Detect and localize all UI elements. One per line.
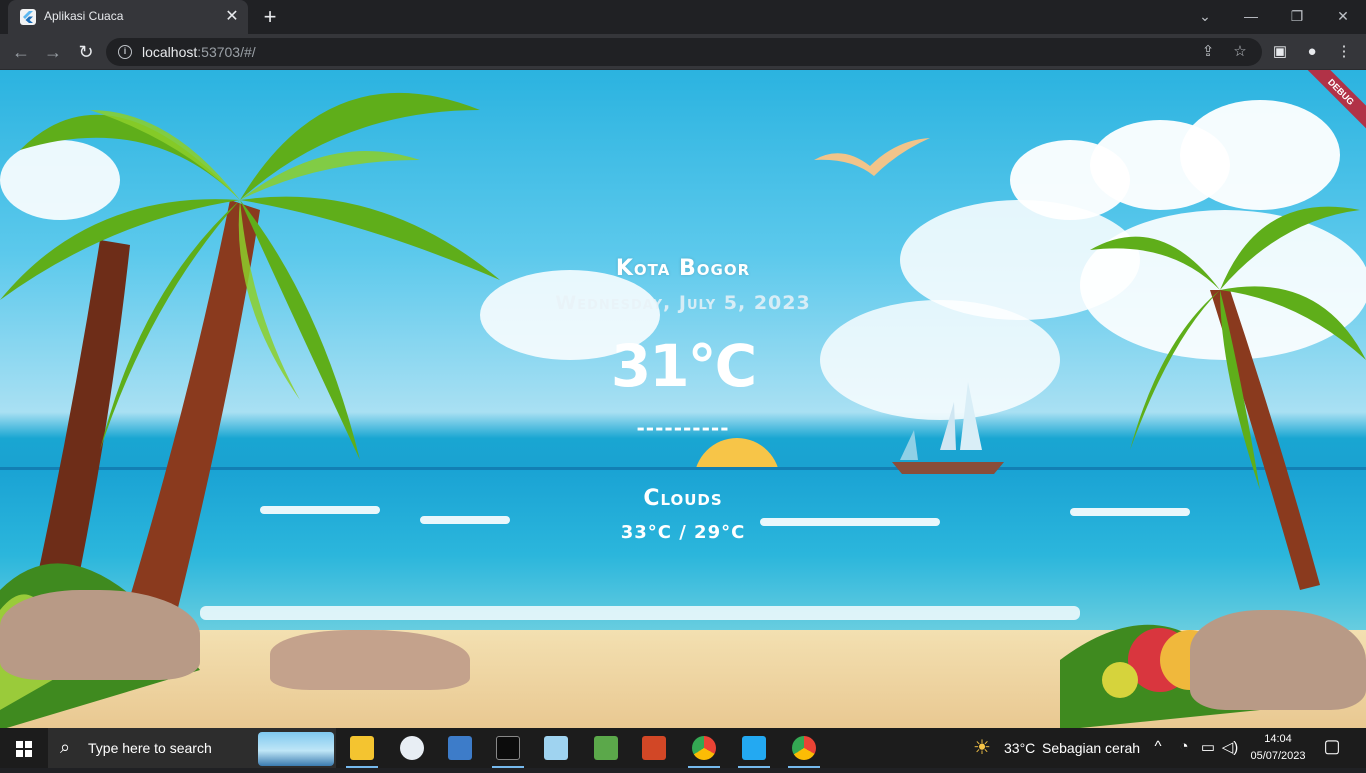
volume-icon[interactable]: ◁) bbox=[1220, 738, 1240, 756]
tray-weather-temp[interactable]: 33°C bbox=[1004, 740, 1035, 756]
reload-icon[interactable]: ↻ bbox=[73, 39, 99, 65]
tab-title: Aplikasi Cuaca bbox=[44, 9, 124, 23]
address-bar[interactable]: i localhost:53703/#/ ⇪ ☆ bbox=[106, 38, 1262, 66]
current-temperature: 31°C bbox=[610, 332, 757, 400]
snipping-tool-icon bbox=[594, 736, 618, 760]
city-name: Kota Bogor bbox=[615, 256, 751, 281]
close-window-icon[interactable]: ✕ bbox=[1328, 4, 1358, 28]
browser-tab-bar: Aplikasi Cuaca ✕ + ⌄ — ❐ ✕ bbox=[0, 0, 1366, 34]
clock-time: 14:04 bbox=[1264, 733, 1292, 745]
weather-panel: Kota Bogor Wednesday, July 5, 2023 31°C … bbox=[0, 70, 1366, 728]
bookmark-star-icon[interactable]: ☆ bbox=[1230, 42, 1250, 62]
battery-icon[interactable]: ▭ bbox=[1198, 738, 1218, 756]
paint-app[interactable] bbox=[388, 728, 436, 768]
chrome-icon bbox=[692, 736, 716, 760]
palette-icon bbox=[400, 736, 424, 760]
vscode-app[interactable] bbox=[730, 728, 778, 768]
wifi-icon[interactable]: ◔ bbox=[1174, 738, 1194, 755]
notification-icon[interactable]: ▢ bbox=[1322, 736, 1342, 757]
minimize-icon[interactable]: — bbox=[1236, 4, 1266, 28]
new-tab-icon[interactable]: + bbox=[258, 5, 282, 29]
system-clock[interactable]: 14:04 05/07/2023 bbox=[1244, 731, 1312, 765]
powerpoint-icon bbox=[642, 736, 666, 760]
side-panel-icon[interactable]: ▣ bbox=[1268, 40, 1292, 64]
chevron-up-icon[interactable]: ^ bbox=[1148, 738, 1168, 755]
url-text[interactable]: localhost:53703/#/ bbox=[142, 44, 256, 60]
windows-logo-icon bbox=[16, 741, 32, 757]
app-viewport: DEBUG Kota Bogor Wednesday, July 5, 2023… bbox=[0, 70, 1366, 728]
chrome-icon bbox=[792, 736, 816, 760]
forward-icon[interactable]: → bbox=[40, 39, 66, 65]
file-explorer-app[interactable] bbox=[338, 728, 386, 768]
clock-date: 05/07/2023 bbox=[1250, 750, 1306, 762]
control-panel-icon bbox=[448, 736, 472, 760]
tray-weather-desc[interactable]: Sebagian cerah bbox=[1042, 740, 1140, 756]
terminal-icon bbox=[496, 736, 520, 760]
notepad-icon bbox=[544, 736, 568, 760]
back-icon[interactable]: ← bbox=[8, 39, 34, 65]
tab-close-icon[interactable]: ✕ bbox=[222, 7, 242, 27]
temperature-range: 33°C / 29°C bbox=[620, 522, 746, 543]
vscode-icon bbox=[742, 736, 766, 760]
browser-tab[interactable]: Aplikasi Cuaca ✕ bbox=[8, 0, 248, 34]
search-icon: ⌕ bbox=[60, 737, 71, 757]
start-button[interactable] bbox=[0, 728, 48, 768]
chrome-app[interactable] bbox=[780, 728, 828, 768]
folder-icon bbox=[350, 736, 374, 760]
menu-kebab-icon[interactable]: ⋮ bbox=[1332, 40, 1356, 64]
site-info-icon[interactable]: i bbox=[118, 45, 132, 59]
browser-toolbar: ← → ↻ i localhost:53703/#/ ⇪ ☆ ▣ ● ⋮ bbox=[0, 34, 1366, 70]
chrome-profile-app[interactable] bbox=[680, 728, 728, 768]
snipping-tool-app[interactable] bbox=[582, 728, 630, 768]
notepad-app[interactable] bbox=[532, 728, 580, 768]
restore-icon[interactable]: ❐ bbox=[1282, 4, 1312, 28]
powerpoint-app[interactable] bbox=[630, 728, 678, 768]
current-date: Wednesday, July 5, 2023 bbox=[555, 292, 811, 314]
search-highlight-image[interactable] bbox=[258, 732, 334, 766]
weather-sun-cloud-icon[interactable]: ☀ bbox=[972, 735, 992, 760]
flutter-favicon-icon bbox=[20, 9, 36, 25]
search-placeholder: Type here to search bbox=[88, 740, 212, 756]
windows-taskbar: ⌕ Type here to search ☀ 33°C Sebagian ce… bbox=[0, 728, 1366, 768]
share-icon[interactable]: ⇪ bbox=[1198, 42, 1218, 62]
control-panel-app[interactable] bbox=[436, 728, 484, 768]
profile-icon[interactable]: ● bbox=[1300, 40, 1324, 64]
terminal-app[interactable] bbox=[484, 728, 532, 768]
weather-condition: Clouds bbox=[643, 486, 723, 511]
tab-search-icon[interactable]: ⌄ bbox=[1190, 4, 1220, 28]
divider: ---------- bbox=[636, 416, 730, 440]
